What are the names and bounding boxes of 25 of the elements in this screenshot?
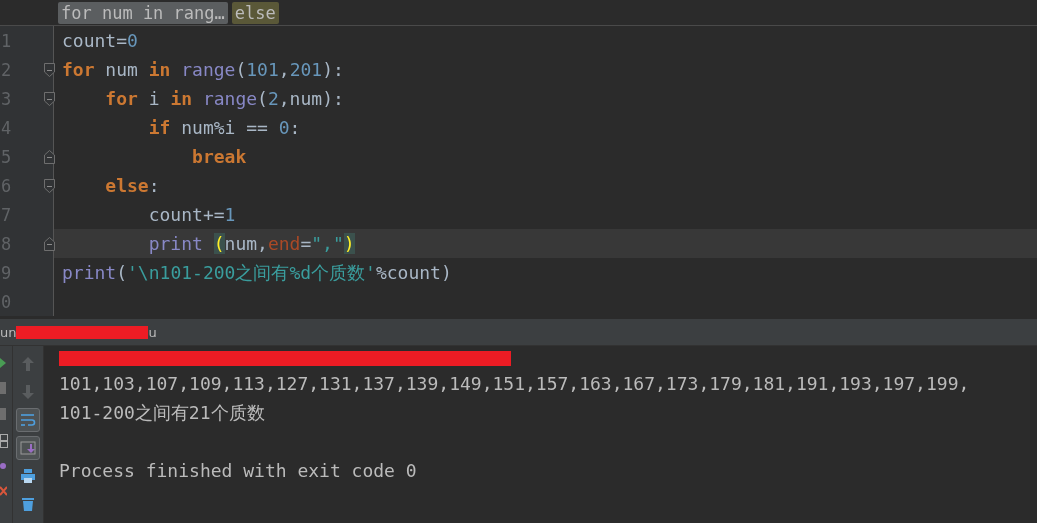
code-line: else: [104, 175, 160, 196]
fold-icon[interactable] [44, 91, 55, 106]
code-line: break [191, 146, 247, 167]
code-line: for i in range(2,num): [104, 88, 344, 109]
code-line: print (num,end=",") [147, 233, 355, 254]
close-icon[interactable] [0, 486, 7, 496]
code-line: print('\n101-200之间有%d个质数'%count) [61, 260, 452, 285]
breadcrumb[interactable]: for num in rang… [58, 1, 228, 24]
run-tab-label[interactable]: u [148, 324, 157, 340]
run-tab-label[interactable]: un [0, 324, 17, 340]
console-output: 101-200之间有21个质数 [59, 402, 265, 423]
layout-icon[interactable] [0, 434, 8, 448]
code-line: count=0 [61, 30, 138, 51]
console-output: Process finished with exit code 0 [59, 460, 417, 481]
code-line: count+=1 [147, 204, 236, 225]
rerun-icon[interactable] [0, 358, 6, 368]
breadcrumb[interactable]: else [231, 1, 279, 24]
code-line: for num in range(101,201): [61, 59, 344, 80]
code-line: if num%i == 0: [147, 117, 301, 138]
console-output: 101,103,107,109,113,127,131,137,139,149,151,157,163,167,173,179,181,191,193,197,199, [59, 373, 970, 394]
fold-icon[interactable] [44, 149, 55, 164]
soft-wrap-icon[interactable] [16, 408, 40, 432]
fold-icon[interactable] [44, 178, 55, 193]
fold-icon[interactable] [44, 236, 55, 251]
fold-icon[interactable] [44, 62, 55, 77]
